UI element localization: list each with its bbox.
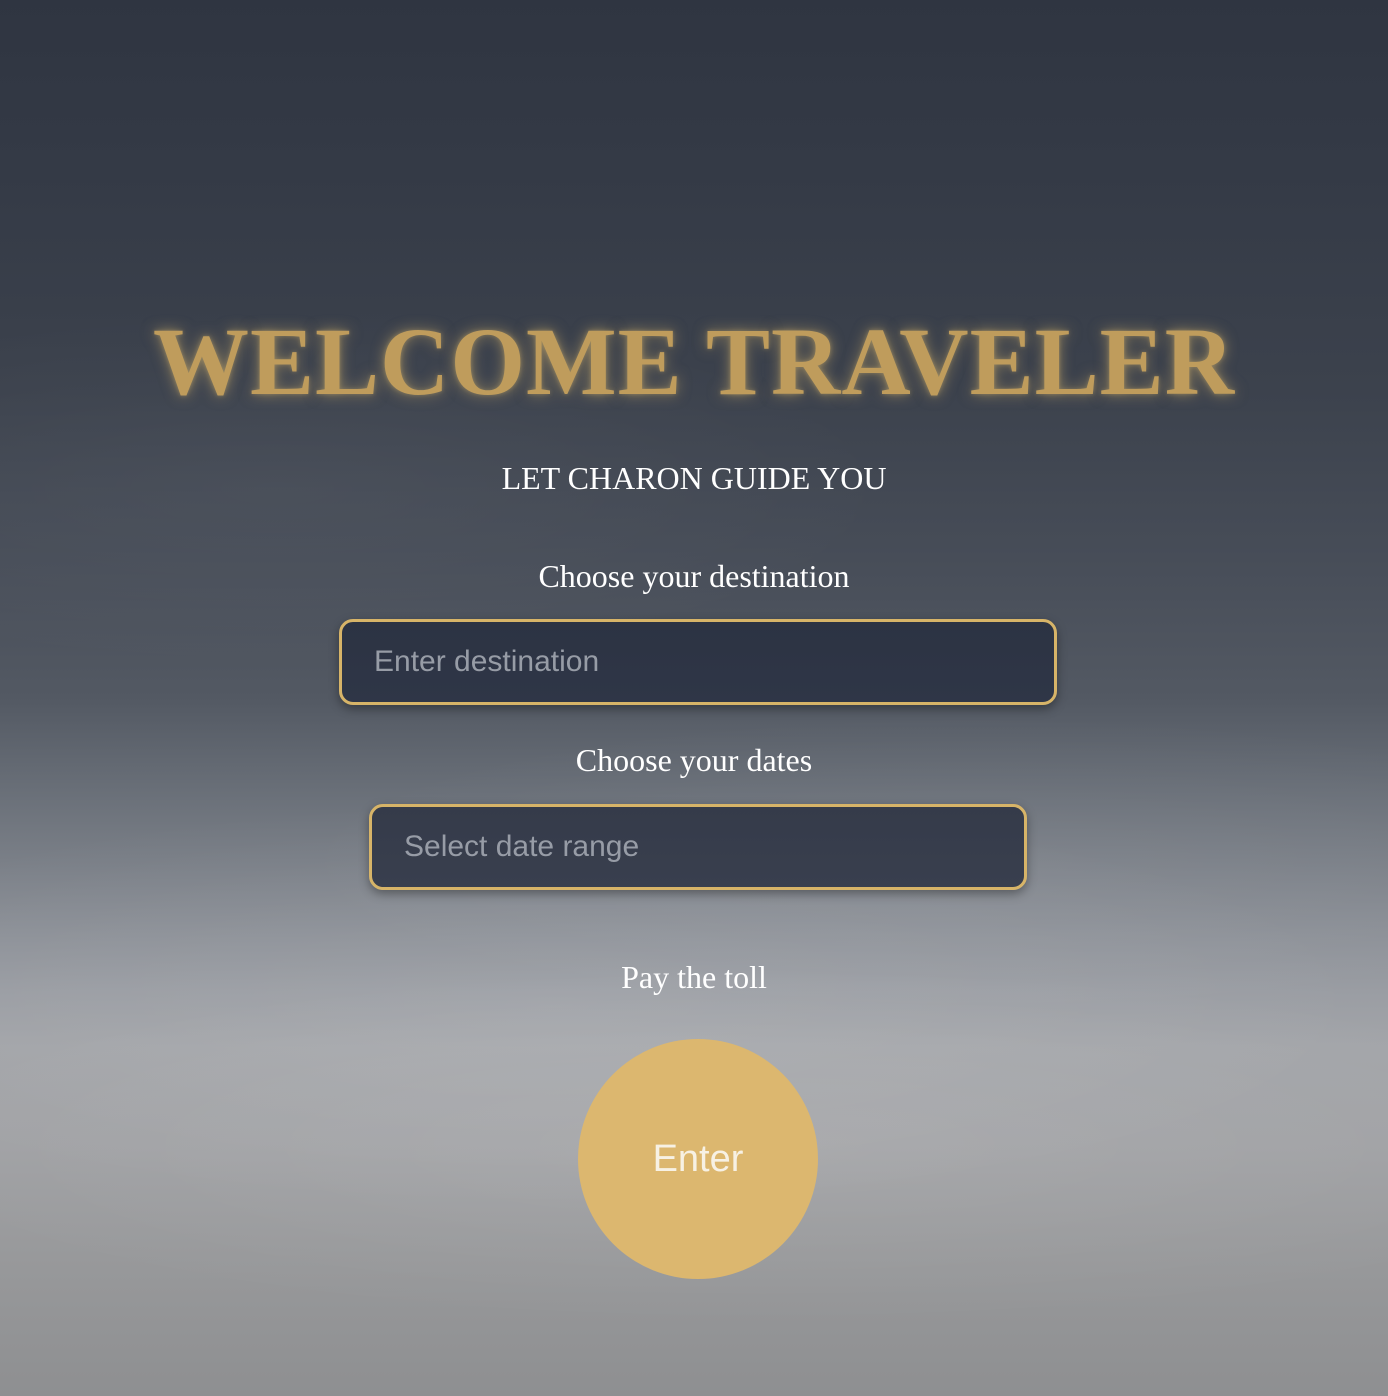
destination-input[interactable] <box>339 619 1057 705</box>
page-subtitle: LET CHARON GUIDE YOU <box>501 460 887 496</box>
dates-label: Choose your dates <box>575 742 813 778</box>
destination-label: Choose your destination <box>538 558 850 594</box>
toll-label: Pay the toll <box>621 959 767 995</box>
date-range-input[interactable] <box>369 804 1027 890</box>
enter-button[interactable]: Enter <box>578 1039 818 1279</box>
landing-page: WELCOME TRAVELER LET CHARON GUIDE YOU Ch… <box>0 0 1388 1396</box>
page-title: WELCOME TRAVELER <box>152 308 1236 415</box>
